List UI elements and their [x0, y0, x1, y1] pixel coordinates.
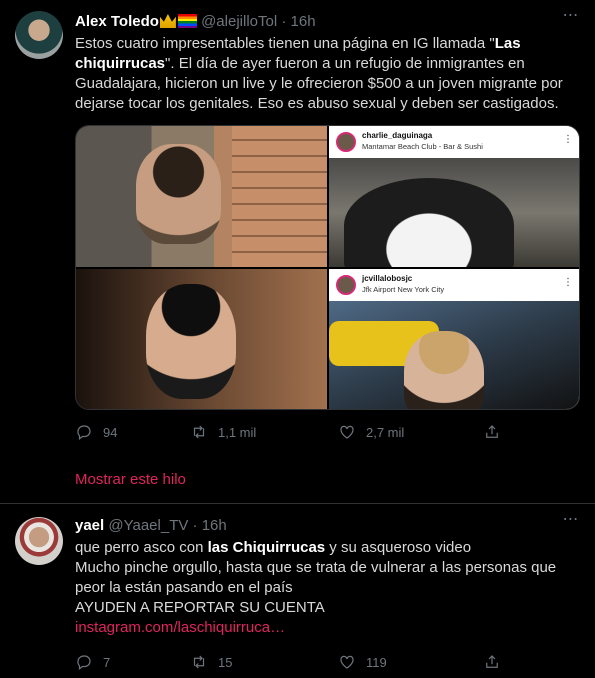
photo-1[interactable]: [76, 126, 327, 267]
tweet-text-bold: las Chiquirrucas: [207, 539, 326, 556]
reply-icon: [77, 655, 91, 670]
share-button[interactable]: [483, 422, 501, 442]
heart-icon: [340, 655, 354, 669]
share-icon: [486, 425, 498, 438]
ig-username: jcvillalobosjc: [362, 274, 413, 283]
retweet-icon: [193, 655, 205, 669]
reply-count: 7: [103, 654, 111, 670]
tweet-text-part: y su asqueroso video: [325, 539, 472, 556]
like-button[interactable]: 2,7 mil: [338, 422, 404, 442]
tweet-header: Alex Toledo @alejilloTol · 16h: [75, 13, 555, 31]
instagram-post-header: jcvillalobosjc Jfk Airport New York City…: [329, 269, 579, 301]
display-name[interactable]: yael: [75, 517, 104, 534]
display-name[interactable]: Alex Toledo: [75, 13, 159, 30]
tweet-text: que perro asco con las Chiquirrucas y su…: [75, 538, 580, 638]
reply-button[interactable]: 7: [75, 652, 110, 672]
photo-3[interactable]: [76, 269, 327, 409]
tweet-line: Mucho pinche orgullo, hasta que se trata…: [75, 559, 557, 596]
reply-button[interactable]: 94: [75, 422, 117, 442]
ig-more-icon: ⋮: [563, 134, 573, 145]
timestamp[interactable]: 16h: [291, 13, 316, 30]
photo-4[interactable]: jcvillalobosjc Jfk Airport New York City…: [329, 269, 579, 409]
rainbow-flag-emoji-icon: [177, 14, 197, 28]
ig-avatar: [336, 275, 356, 295]
like-count: 119: [366, 654, 387, 670]
tweet-text-part: que perro asco con: [75, 539, 208, 556]
share-button[interactable]: [483, 652, 501, 672]
avatar[interactable]: [15, 517, 63, 565]
share-icon: [486, 655, 498, 668]
reply-icon: [77, 425, 91, 440]
avatar[interactable]: [15, 11, 63, 59]
ig-username: charlie_daguinaga: [362, 131, 433, 140]
timestamp[interactable]: 16h: [202, 517, 227, 534]
tweet-actions: 94 1,1 mil 2,7 mil: [75, 422, 505, 442]
reply-count: 94: [103, 424, 118, 440]
tweet-actions: 7 15 119: [75, 652, 505, 672]
instagram-post-header: charlie_daguinaga Mantamar Beach Club - …: [329, 126, 579, 158]
more-icon[interactable]: ⋯: [561, 512, 581, 533]
ig-more-icon: ⋮: [563, 277, 573, 288]
heart-icon: [340, 425, 354, 439]
like-count: 2,7 mil: [366, 424, 405, 440]
tweet-line: AYUDEN A REPORTAR SU CUENTA: [75, 599, 325, 616]
crown-emoji-icon: [159, 14, 176, 28]
retweet-count: 15: [218, 654, 233, 670]
retweet-button[interactable]: 15: [190, 652, 232, 672]
tweet[interactable]: Alex Toledo @alejilloTol · 16h ⋯ Estos c…: [0, 0, 595, 503]
ig-location: Jfk Airport New York City: [362, 285, 445, 294]
retweet-count: 1,1 mil: [218, 424, 257, 440]
separator: ·: [188, 517, 202, 534]
ig-avatar: [336, 132, 356, 152]
retweet-button[interactable]: 1,1 mil: [190, 422, 256, 442]
more-icon[interactable]: ⋯: [561, 8, 581, 29]
tweet-link[interactable]: instagram.com/laschiquirruca…: [75, 618, 580, 638]
show-thread-link[interactable]: Mostrar este hilo: [75, 471, 186, 488]
tweet[interactable]: yael @Yaael_TV · 16h ⋯ que perro asco co…: [0, 503, 595, 678]
ig-photo: [329, 301, 579, 409]
photo-2[interactable]: charlie_daguinaga Mantamar Beach Club - …: [329, 126, 579, 267]
separator: ·: [277, 13, 291, 30]
user-handle[interactable]: @Yaael_TV: [108, 517, 188, 534]
like-button[interactable]: 119: [338, 652, 387, 672]
ig-location: Mantamar Beach Club - Bar & Sushi: [362, 142, 483, 151]
user-handle[interactable]: @alejilloTol: [201, 13, 277, 30]
ig-photo: [329, 158, 579, 267]
tweet-text: Estos cuatro impresentables tienen una p…: [75, 34, 580, 114]
tweet-header: yael @Yaael_TV · 16h: [75, 517, 555, 535]
media-grid[interactable]: charlie_daguinaga Mantamar Beach Club - …: [75, 125, 580, 410]
tweet-text-part: Estos cuatro impresentables tienen una p…: [75, 35, 495, 52]
tweet-line: que perro asco con las Chiquirrucas y su…: [75, 538, 580, 558]
retweet-icon: [193, 425, 205, 439]
